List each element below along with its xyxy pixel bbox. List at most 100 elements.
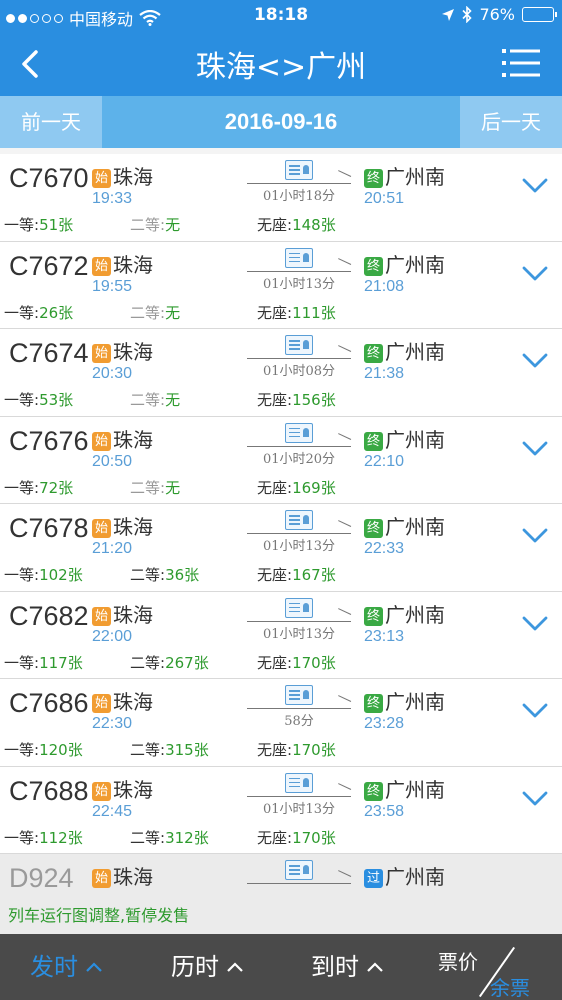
arrow-icon: [247, 883, 351, 884]
first-class-seats: 一等:117张: [4, 652, 83, 673]
sort-by-duration-button[interactable]: 历时: [171, 934, 243, 1000]
train-list: C7670 始珠海 19:33 01小时18分 终广州南 20:51 一等:51…: [0, 154, 562, 942]
nav-bar: 珠海<>广州: [0, 32, 562, 96]
second-class-seats: 二等:315张: [130, 739, 209, 760]
selected-date[interactable]: 2016-09-16: [102, 96, 460, 148]
chevron-down-icon[interactable]: [522, 353, 548, 369]
standing-label: 无座:: [257, 828, 293, 847]
first-class-label: 一等:: [4, 303, 40, 322]
train-row[interactable]: C7676 始珠海 20:50 01小时20分 终广州南 22:10 一等:72…: [0, 416, 562, 504]
train-row[interactable]: C7682 始珠海 22:00 01小时13分 终广州南 23:13 一等:11…: [0, 591, 562, 679]
train-row[interactable]: C7672 始珠海 19:55 01小时13分 终广州南 21:08 一等:26…: [0, 241, 562, 329]
travel-duration: 01小时13分: [262, 626, 336, 642]
second-class-seats: 二等:312张: [130, 827, 209, 848]
arrow-head-icon: [338, 520, 352, 527]
train-rows: C7670 始珠海 19:33 01小时18分 终广州南 20:51 一等:51…: [0, 154, 562, 854]
arrow-icon: [247, 620, 351, 622]
chevron-down-icon[interactable]: [522, 703, 548, 719]
sort-by-departure-button[interactable]: 发时: [30, 934, 102, 1000]
travel-duration: 01小时13分: [262, 539, 336, 554]
pass-badge: 过: [364, 869, 383, 888]
arrival-time: 23:28: [364, 715, 405, 732]
departure-station-name: 珠海: [113, 777, 153, 802]
price-toggle-label[interactable]: 票价: [438, 946, 478, 975]
arrow-head-icon: [338, 695, 352, 702]
chevron-down-icon[interactable]: [522, 616, 548, 632]
chevron-down-icon[interactable]: [522, 791, 548, 807]
status-right-group: 76%: [441, 5, 557, 24]
train-row[interactable]: C7686 始珠海 22:30 58分 终广州南 23:28 一等:120张 二…: [0, 679, 562, 767]
train-row[interactable]: C7674 始珠海 20:30 01小时08分 终广州南 21:38 一等:53…: [0, 329, 562, 417]
ticket-icon: [285, 335, 313, 355]
departure-station: 始珠海: [92, 511, 153, 540]
arrival-station-name: 广州南: [385, 777, 445, 802]
stock-toggle-label[interactable]: 余票: [490, 972, 530, 1000]
second-class-label: 二等:: [130, 391, 166, 409]
train-row[interactable]: C7688 始珠海 22:45 01小时13分 终广州南 23:58 一等:11…: [0, 766, 562, 854]
arrow-icon: [247, 795, 351, 797]
arrival-station-name: 广州南: [385, 690, 445, 714]
ticket-icon: [285, 685, 313, 705]
departure-time: 20:30: [92, 365, 133, 382]
arrival-station-name: 广州南: [385, 252, 445, 277]
chevron-down-icon[interactable]: [522, 441, 548, 457]
train-row[interactable]: C7678 始珠海 21:20 01小时13分 终广州南 22:33 一等:10…: [0, 504, 562, 592]
train-number: D924: [9, 863, 74, 893]
second-class-label: 二等:: [130, 303, 166, 322]
standing-count: 156张: [292, 391, 336, 409]
first-class-count: 26张: [39, 303, 74, 322]
start-badge: 始: [92, 781, 111, 801]
standing-count: 167张: [292, 566, 336, 584]
departure-station: 始珠海: [92, 599, 153, 628]
arrival-station: 终广州南: [364, 686, 445, 715]
first-class-label: 一等:: [4, 391, 40, 409]
caret-up-icon: [227, 962, 243, 972]
end-badge: 终: [364, 606, 383, 626]
arrival-station: 终广州南: [364, 774, 445, 803]
journey-indicator: 01小时13分: [247, 597, 352, 642]
ticket-icon: [285, 247, 313, 268]
departure-station-name: 珠海: [113, 865, 153, 889]
second-class-count: 无: [165, 478, 181, 497]
second-class-label: 二等:: [130, 828, 166, 847]
arrival-station: 终广州南: [364, 249, 445, 278]
standing-seats: 无座:170张: [257, 827, 336, 848]
arrival-station: 终广州南: [364, 599, 445, 628]
prev-day-button[interactable]: 前一天: [0, 96, 102, 148]
first-class-count: 53张: [39, 391, 74, 409]
train-row[interactable]: C7670 始珠海 19:33 01小时18分 终广州南 20:51 一等:51…: [0, 154, 562, 242]
standing-label: 无座:: [257, 391, 293, 409]
end-badge: 终: [364, 519, 383, 538]
second-class-count: 312张: [165, 828, 209, 847]
sort-by-arrival-button[interactable]: 到时: [311, 934, 383, 1000]
standing-seats: 无座:167张: [257, 564, 336, 585]
next-day-button[interactable]: 后一天: [460, 96, 562, 148]
suspended-train-row[interactable]: D924 始珠海 过广州南 列车运行图调整,暂停发售: [0, 854, 562, 942]
route-title: 珠海<>广州: [195, 50, 367, 85]
standing-seats: 无座:170张: [257, 739, 336, 760]
menu-icon[interactable]: [502, 48, 540, 78]
start-badge: 始: [92, 519, 111, 538]
arrival-station-name: 广州南: [385, 165, 445, 189]
arrow-head-icon: [338, 170, 352, 177]
arrow-head-icon: [338, 607, 352, 615]
end-badge: 终: [364, 169, 383, 188]
second-class-label: 二等:: [130, 741, 166, 759]
arrival-time: 21:38: [364, 365, 405, 382]
arrow-head-icon: [338, 432, 352, 440]
train-number: C7670: [9, 163, 89, 193]
first-class-label: 一等:: [4, 828, 40, 847]
arrow-head-icon: [338, 345, 352, 352]
second-class-count: 无: [165, 216, 181, 234]
departure-station: 始珠海: [92, 336, 153, 365]
chevron-down-icon[interactable]: [522, 178, 548, 194]
chevron-down-icon[interactable]: [522, 266, 548, 282]
arrow-icon: [247, 183, 351, 184]
departure-station: 始珠海: [92, 686, 153, 715]
journey-indicator: 01小时13分: [247, 772, 352, 817]
sort-by-departure-label: 发时: [30, 953, 78, 981]
chevron-down-icon[interactable]: [522, 528, 548, 544]
first-class-count: 51张: [39, 216, 74, 234]
second-class-seats: 二等:无: [130, 302, 180, 323]
departure-station-name: 珠海: [113, 165, 153, 189]
